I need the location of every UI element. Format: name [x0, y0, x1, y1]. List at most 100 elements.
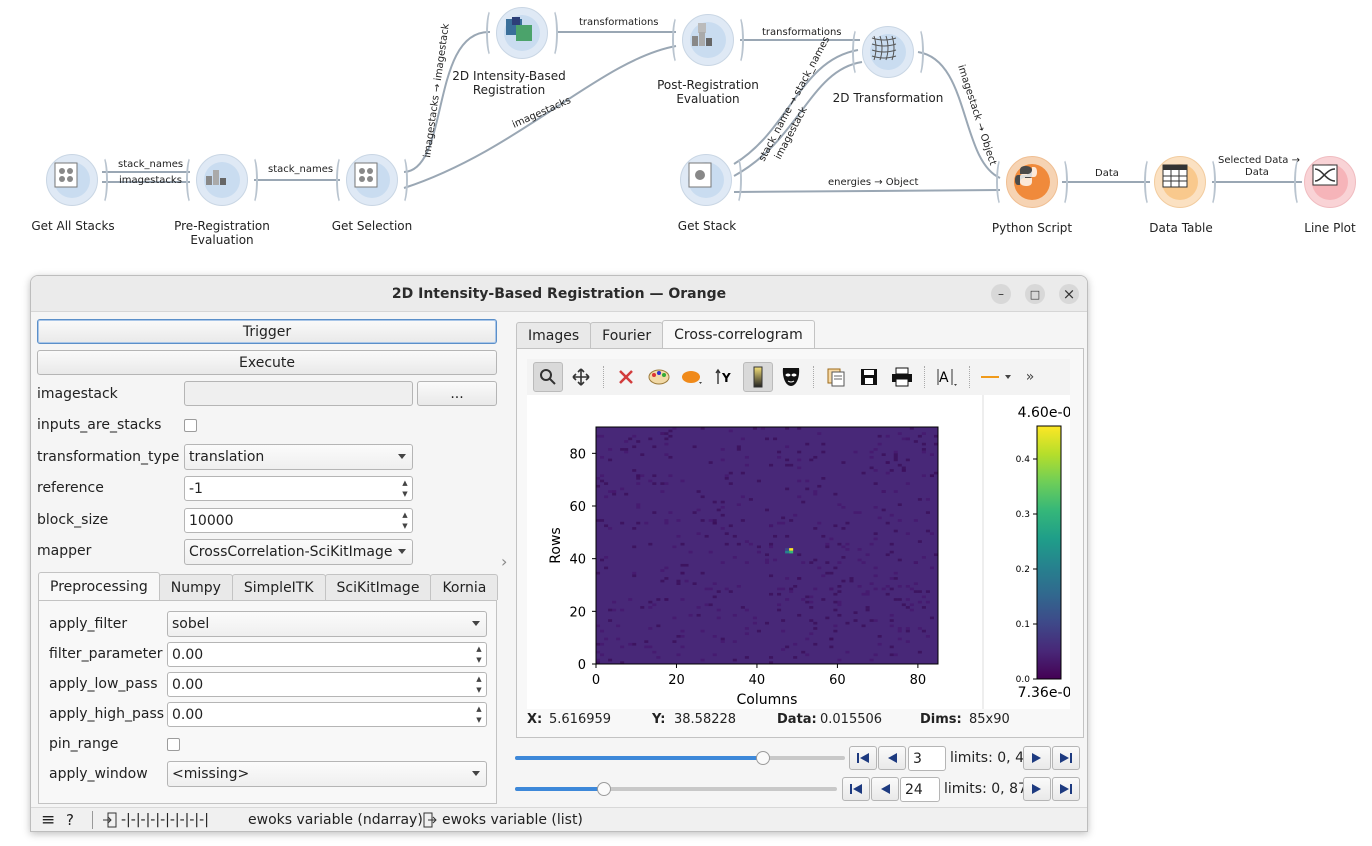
tab-images[interactable]: Images [516, 322, 592, 348]
apply-low-pass-spinbox[interactable]: 0.00 ▲ ▼ [167, 672, 487, 697]
stack-index-input[interactable]: 24 [900, 777, 940, 802]
node-intensity-registration[interactable] [486, 3, 558, 63]
frame-slider-handle[interactable] [755, 751, 770, 765]
last-stack-button[interactable] [1052, 777, 1080, 801]
stack-slider-handle[interactable] [596, 782, 611, 796]
spin-down-icon[interactable]: ▼ [474, 655, 484, 665]
prev-stack-button[interactable] [871, 777, 899, 801]
heatmap-cell [664, 577, 669, 580]
tab-numpy[interactable]: Numpy [158, 574, 233, 600]
block-size-spinbox[interactable]: 10000 ▲ ▼ [184, 508, 413, 533]
spin-down-icon[interactable]: ▼ [474, 715, 484, 725]
node-pre-registration[interactable] [186, 150, 258, 210]
tab-scikitimage[interactable]: SciKitImage [324, 574, 432, 600]
spin-down-icon[interactable]: ▼ [400, 489, 410, 499]
colorbar-icon[interactable] [743, 362, 773, 392]
spin-up-icon[interactable]: ▲ [474, 704, 484, 714]
trigger-button[interactable]: Trigger [37, 319, 497, 344]
chevron-right-icon[interactable]: › [501, 552, 507, 571]
tab-kornia[interactable]: Kornia [430, 574, 499, 600]
mapper-select[interactable]: CrossCorrelation-SciKitImage [184, 539, 413, 565]
heatmap-cell [777, 587, 782, 591]
spin-up-icon[interactable]: ▲ [474, 674, 484, 684]
node-2d-transformation[interactable] [852, 22, 924, 82]
node-python-script[interactable] [996, 152, 1068, 212]
tab-cross-correlogram[interactable]: Cross-correlogram [662, 320, 815, 348]
spin-up-icon[interactable]: ▲ [474, 644, 484, 654]
heatmap-cell [821, 450, 826, 454]
pin-range-checkbox[interactable] [167, 738, 180, 751]
tab-simpleitk[interactable]: SimpleITK [231, 574, 326, 600]
spin-down-icon[interactable]: ▼ [400, 521, 410, 531]
more-tools-icon[interactable]: » [1020, 362, 1040, 392]
node-label: Python Script [991, 221, 1073, 235]
tab-preprocessing[interactable]: Preprocessing [38, 572, 160, 600]
filter-parameter-spinbox[interactable]: 0.00 ▲ ▼ [167, 642, 487, 667]
reference-spinbox[interactable]: -1 ▲ ▼ [184, 476, 413, 501]
first-stack-button[interactable] [842, 777, 870, 801]
heatmap-chart[interactable]: 0 20 40 60 80 0 20 40 60 80 Columns Rows 4.60e-01 7.3… [527, 395, 1080, 709]
node-post-registration[interactable] [672, 10, 744, 70]
pan-icon[interactable] [566, 362, 596, 392]
workflow-canvas[interactable]: stack_names imagestacks stack_names imag… [0, 0, 1372, 270]
heatmap-cell [708, 587, 713, 591]
heatmap-cell [877, 516, 882, 520]
first-frame-button[interactable] [849, 746, 877, 770]
last-frame-button[interactable] [1052, 746, 1080, 770]
heatmap-cell [805, 442, 810, 446]
spin-up-icon[interactable]: ▲ [400, 510, 410, 520]
copy-icon[interactable] [821, 362, 851, 392]
spin-up-icon[interactable]: ▲ [400, 478, 410, 488]
prev-frame-button[interactable] [878, 746, 906, 770]
heatmap-cell [604, 556, 609, 559]
node-get-selection[interactable] [336, 150, 408, 210]
menu-icon[interactable]: ≡ [41, 810, 55, 830]
title-bar[interactable]: 2D Intensity-Based Registration — Orange… [31, 276, 1087, 312]
cross-correlogram-plot[interactable]: 0 20 40 60 80 0 20 40 60 80 Columns Rows 4.60e-01 7.3… [527, 395, 1080, 709]
tab-fourier[interactable]: Fourier [590, 322, 664, 348]
aspect-ratio-icon[interactable]: A [932, 362, 962, 392]
minimize-button[interactable]: – [991, 284, 1011, 304]
view-tabbar: Images Fourier Cross-correlogram [516, 320, 815, 348]
heatmap-cell [813, 455, 818, 459]
heatmap-cell [921, 450, 926, 454]
frame-index-input[interactable]: 3 [908, 746, 946, 771]
heatmap-cell [688, 613, 693, 617]
execute-button[interactable]: Execute [37, 350, 497, 375]
heatmap-cell [817, 521, 822, 525]
zoom-icon[interactable] [533, 362, 563, 392]
maximize-button[interactable]: □ [1025, 284, 1045, 304]
node-data-table[interactable] [1144, 152, 1216, 212]
save-icon[interactable] [854, 362, 884, 392]
browse-button[interactable]: ... [417, 381, 497, 406]
heatmap-cell [813, 621, 818, 625]
apply-filter-select[interactable]: sobel [167, 611, 487, 637]
transformation-type-select[interactable]: translation [184, 444, 413, 470]
help-icon[interactable]: ? [66, 811, 74, 829]
next-frame-button[interactable] [1023, 746, 1051, 770]
spin-down-icon[interactable]: ▼ [474, 685, 484, 695]
mask-shape-icon[interactable] [677, 362, 707, 392]
heatmap-cell [720, 506, 725, 509]
node-line-plot[interactable] [1294, 152, 1360, 212]
line-style-icon[interactable] [977, 362, 1017, 392]
close-button[interactable]: × [1059, 284, 1079, 304]
mask-face-icon[interactable] [776, 362, 806, 392]
apply-window-select[interactable]: <missing> [167, 761, 487, 787]
heatmap-cell [724, 542, 729, 546]
heatmap-cell [764, 508, 770, 512]
print-icon[interactable] [887, 362, 917, 392]
next-stack-button[interactable] [1023, 777, 1051, 801]
apply-high-pass-spinbox[interactable]: 0.00 ▲ ▼ [167, 702, 487, 727]
y-axis-icon[interactable]: Y [710, 362, 740, 392]
heatmap-cell [873, 619, 878, 622]
reset-zoom-icon[interactable] [611, 362, 641, 392]
inputs-are-stacks-checkbox[interactable] [184, 419, 197, 432]
heatmap-cell [740, 606, 745, 609]
heatmap-cell [917, 540, 922, 543]
imagestack-field[interactable] [184, 381, 413, 406]
node-get-stack[interactable] [676, 150, 742, 210]
node-get-all-stacks[interactable] [42, 150, 108, 210]
colormap-palette-icon[interactable] [644, 362, 674, 392]
heatmap-cell [736, 448, 741, 451]
